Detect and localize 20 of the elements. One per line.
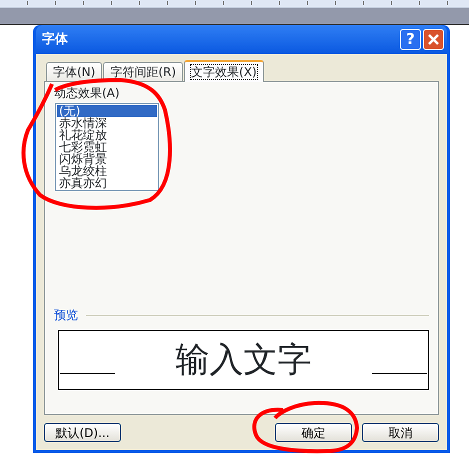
list-item[interactable]: 乌龙绞柱 <box>57 165 157 177</box>
dialog-button[interactable]: 确定 <box>275 423 352 442</box>
tab[interactable]: 字符间距(R) <box>103 62 184 81</box>
effects-list[interactable]: (无) 赤水情深 礼花绽放 七彩霓虹 闪烁背景 乌龙绞柱 亦真亦幻 <box>55 103 159 191</box>
dialog-button[interactable]: 取消 <box>362 423 439 442</box>
list-item[interactable]: 七彩霓虹 <box>57 141 157 153</box>
tab[interactable]: 字体(N) <box>46 62 102 81</box>
list-item[interactable]: (无) <box>57 105 157 117</box>
tab[interactable]: 文字效果(X) <box>184 60 264 82</box>
preview-label: 预览 <box>54 307 78 324</box>
help-button[interactable]: ? <box>400 29 421 50</box>
list-item[interactable]: 闪烁背景 <box>57 153 157 165</box>
list-item[interactable]: 赤水情深 <box>57 117 157 129</box>
window-title: 字体 <box>42 30 69 49</box>
preview-text: 输入文字 <box>176 343 312 377</box>
list-item[interactable]: 礼花绽放 <box>57 129 157 141</box>
close-button[interactable] <box>423 29 444 50</box>
list-item[interactable]: 亦真亦幻 <box>57 177 157 189</box>
close-icon <box>427 33 440 46</box>
default-button[interactable]: 默认(D)... <box>44 423 121 442</box>
